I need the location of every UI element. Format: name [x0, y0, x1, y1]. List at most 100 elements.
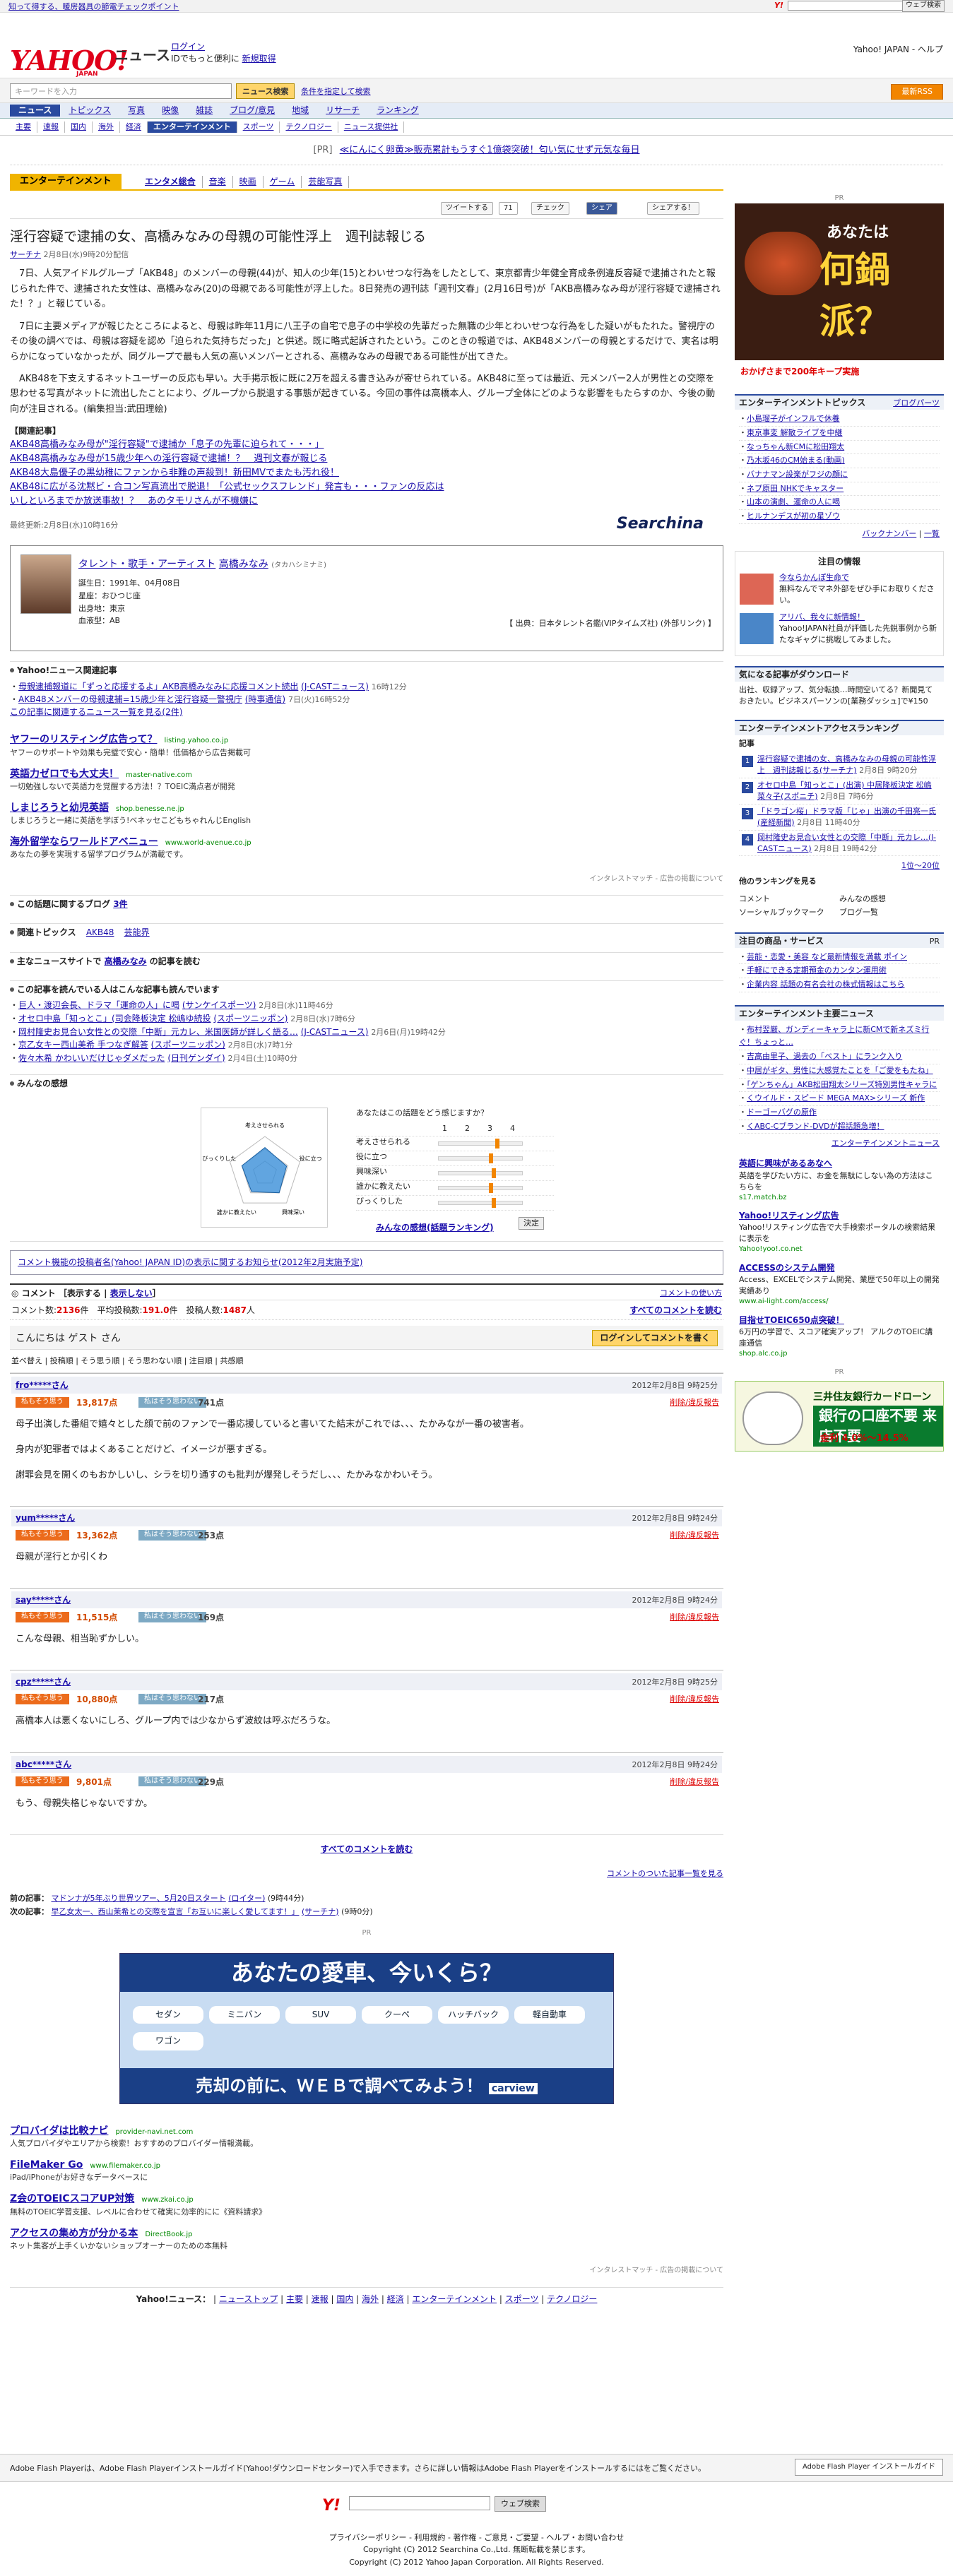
footer-nav-link[interactable]: 経済: [387, 2294, 404, 2304]
car-type[interactable]: セダン: [133, 2005, 203, 2024]
side-ad-url[interactable]: s17.match.bz: [739, 1193, 940, 1204]
feeling-slider[interactable]: [438, 1182, 523, 1193]
feeling-row[interactable]: 考えさせられる: [356, 1136, 554, 1151]
news-source[interactable]: (スポーツニッポン): [213, 1014, 288, 1023]
feeling-decide-button[interactable]: 決定: [519, 1216, 544, 1230]
related-news-more-link[interactable]: この記事に関連するニュース一覧を見る(2件): [10, 707, 182, 717]
ranking-link[interactable]: 「ドラゴン桜」ドラマ版「じゃ」出演の千田亮一氏: [757, 807, 936, 816]
subnav-item[interactable]: 速報: [37, 121, 65, 133]
ranking-source[interactable]: (産経新聞): [757, 818, 795, 827]
tweet-button[interactable]: ツイートする: [441, 201, 493, 215]
gnav-link[interactable]: 写真: [128, 105, 145, 115]
category-tab-link[interactable]: 音楽: [209, 177, 226, 186]
other-ranking-link[interactable]: ソーシャルブックマーク: [739, 906, 839, 920]
related-link[interactable]: いしといろまでか放送事故！？ あのタモリさんが不機嫌に: [10, 496, 258, 506]
footer-nav-link[interactable]: ニューストップ: [219, 2294, 278, 2304]
feeling-slider-knob[interactable]: [492, 1197, 496, 1208]
subnav-link[interactable]: ニュース提供社: [344, 122, 398, 131]
ad-title[interactable]: しまじろうと幼児英語: [10, 802, 109, 814]
news-link[interactable]: 京乙女キー西山美希 手つなぎ解答: [18, 1040, 148, 1050]
gnav-link[interactable]: ブログ/意見: [230, 105, 275, 115]
ad-title[interactable]: アクセスの集め方が分かる本: [10, 2228, 138, 2239]
footer-nav-link[interactable]: 国内: [336, 2294, 353, 2304]
attention-item[interactable]: アリバ、我々に新情報！ Yahoo!JAPAN社員が評価した先鋭事例から新たなギャ…: [740, 612, 939, 647]
feeling-slider-knob[interactable]: [495, 1138, 499, 1148]
category-tab[interactable]: 芸能写真: [302, 175, 350, 189]
agree-button[interactable]: 私もそう思う: [16, 1397, 69, 1408]
category-tab[interactable]: エンタメ総合: [138, 175, 203, 189]
talent-category-link[interactable]: タレント・歌手・アーティスト: [78, 559, 215, 570]
bank-ad[interactable]: 三井住友銀行カードローン 銀行の口座不要 来店不要 金利 4.0%〜14.5%: [735, 1380, 944, 1452]
subnav-link[interactable]: 国内: [71, 122, 86, 131]
ad-title[interactable]: 海外留学ならワールドアベニュー: [10, 836, 158, 848]
advanced-search-link[interactable]: 条件を指定して検索: [301, 86, 371, 97]
topics-list-link[interactable]: 一覧: [924, 529, 940, 538]
ad-url[interactable]: provider-navi.net.com: [115, 2128, 193, 2136]
ranking-source[interactable]: (スポニチ): [781, 792, 818, 801]
comment-user[interactable]: cpz*****さん: [16, 1676, 71, 1688]
subnav-item[interactable]: スポーツ: [237, 121, 280, 133]
car-type[interactable]: ミニバン: [209, 2005, 280, 2024]
ranking-more-link[interactable]: 1位〜20位: [901, 861, 940, 870]
ad-title[interactable]: 英語力ゼロでも大丈夫！: [10, 768, 119, 780]
gnav-item[interactable]: ランキング: [368, 105, 427, 117]
category-name[interactable]: エンターテインメント: [10, 173, 122, 189]
major-news-item-link[interactable]: 吉高由里子、過去の「ベスト」にランク入り: [747, 1052, 902, 1061]
ad-title[interactable]: FileMaker Go: [10, 2159, 83, 2171]
yahoo-logo[interactable]: YAHOO!: [10, 41, 129, 80]
blog-count-link[interactable]: 3件: [113, 899, 127, 909]
side-ad-title[interactable]: ACCESSのシステム開発: [739, 1263, 835, 1273]
attention-title[interactable]: アリバ、我々に新情報！: [779, 612, 865, 622]
news-link[interactable]: 岡村隆史お見合い女性との交際「中断」元カレ、米国医師が詳しく語る…: [18, 1027, 298, 1037]
gnav-link[interactable]: ニュース: [18, 105, 52, 115]
service-name[interactable]: ニュース: [114, 45, 170, 66]
major-news-item-link[interactable]: 「ゲンちゃん」AKB松田翔太シリーズ特別男性キャラに: [747, 1080, 937, 1089]
subnav-link[interactable]: 速報: [43, 122, 59, 131]
feeling-row[interactable]: 興味深い: [356, 1166, 554, 1181]
comment-user[interactable]: yum*****さん: [16, 1512, 75, 1524]
comment-user[interactable]: say*****さん: [16, 1594, 71, 1606]
rss-button[interactable]: 最新RSS: [891, 84, 943, 100]
side-ad-title[interactable]: 目指せTOEIC650点突破！: [739, 1315, 844, 1325]
footer-search-input[interactable]: [349, 2495, 490, 2510]
news-source[interactable]: (J-CASTニュース): [301, 682, 369, 692]
hide-comments[interactable]: 表示しない: [110, 1288, 153, 1298]
topic-item-link[interactable]: 小島瑠子がインフルで休養: [747, 414, 840, 423]
blog-parts-link[interactable]: ブログパーツ: [893, 398, 940, 409]
login-link[interactable]: ログイン: [171, 42, 205, 52]
ad-title[interactable]: プロバイダは比較ナビ: [10, 2125, 108, 2137]
ad-url[interactable]: www.zkai.co.jp: [141, 2196, 194, 2204]
pr-banner-link[interactable]: ≪にんにく卵黄≫販売累計もうすぐ1億袋突破！匂い気にせず元気な毎日: [340, 145, 640, 155]
disagree-button[interactable]: 私はそう思わない: [138, 1694, 206, 1704]
login-to-comment-button[interactable]: ログインしてコメントを書く: [592, 1330, 718, 1347]
read-all-comments-link[interactable]: すべてのコメントを読む: [629, 1305, 722, 1317]
feeling-slider-knob[interactable]: [489, 1153, 493, 1163]
nabe-ad[interactable]: あなたは 何鍋派？ おかげさまで200年キープ実施: [735, 203, 944, 385]
talent-photo[interactable]: [20, 554, 71, 615]
mixi-share-button[interactable]: シェアする！: [647, 201, 699, 215]
footer-nav-link[interactable]: スポーツ: [505, 2294, 539, 2304]
feeling-slider-knob[interactable]: [489, 1182, 493, 1193]
service-item-link[interactable]: 手軽にできる定期預金のカンタン運用術: [747, 966, 887, 975]
other-ranking-link[interactable]: コメント: [739, 893, 839, 906]
gnav-link[interactable]: ランキング: [377, 105, 419, 115]
yahoo-mini-logo[interactable]: Y!: [774, 0, 783, 11]
category-tab-link[interactable]: エンタメ総合: [145, 177, 196, 186]
report-link[interactable]: 削除/違反報告: [670, 1776, 719, 1788]
footer-nav-link[interactable]: 主要: [286, 2294, 303, 2304]
news-source[interactable]: (日刊ゲンダイ): [167, 1053, 225, 1063]
news-link[interactable]: オセロ中島「知っとこ」(司会降板決定 松嶋ゆ続投: [18, 1014, 211, 1023]
news-link[interactable]: 佐々木希 かわいいだけじゃダメだった: [18, 1053, 165, 1063]
report-link[interactable]: 削除/違反報告: [670, 1694, 719, 1705]
major-news-more[interactable]: エンターテインメントニュース: [831, 1139, 940, 1148]
footer-nav-link[interactable]: 海外: [362, 2294, 379, 2304]
subnav-item[interactable]: テクノロジー: [280, 121, 338, 133]
category-tab[interactable]: ゲーム: [264, 175, 302, 189]
topic-item-link[interactable]: 山本の演劇、運命の人に喝: [747, 497, 840, 506]
report-link[interactable]: 削除/違反報告: [670, 1612, 719, 1623]
check-button[interactable]: チェック: [531, 201, 569, 215]
commented-articles-link[interactable]: コメントのついた記事一覧を見る: [607, 1869, 723, 1878]
next-source[interactable]: (サーチナ): [302, 1907, 339, 1916]
download-heading[interactable]: 気になる記事がダウンロード: [735, 666, 944, 682]
interest-match-note-2[interactable]: インタレストマッチ - 広告の掲載について: [10, 2266, 723, 2277]
